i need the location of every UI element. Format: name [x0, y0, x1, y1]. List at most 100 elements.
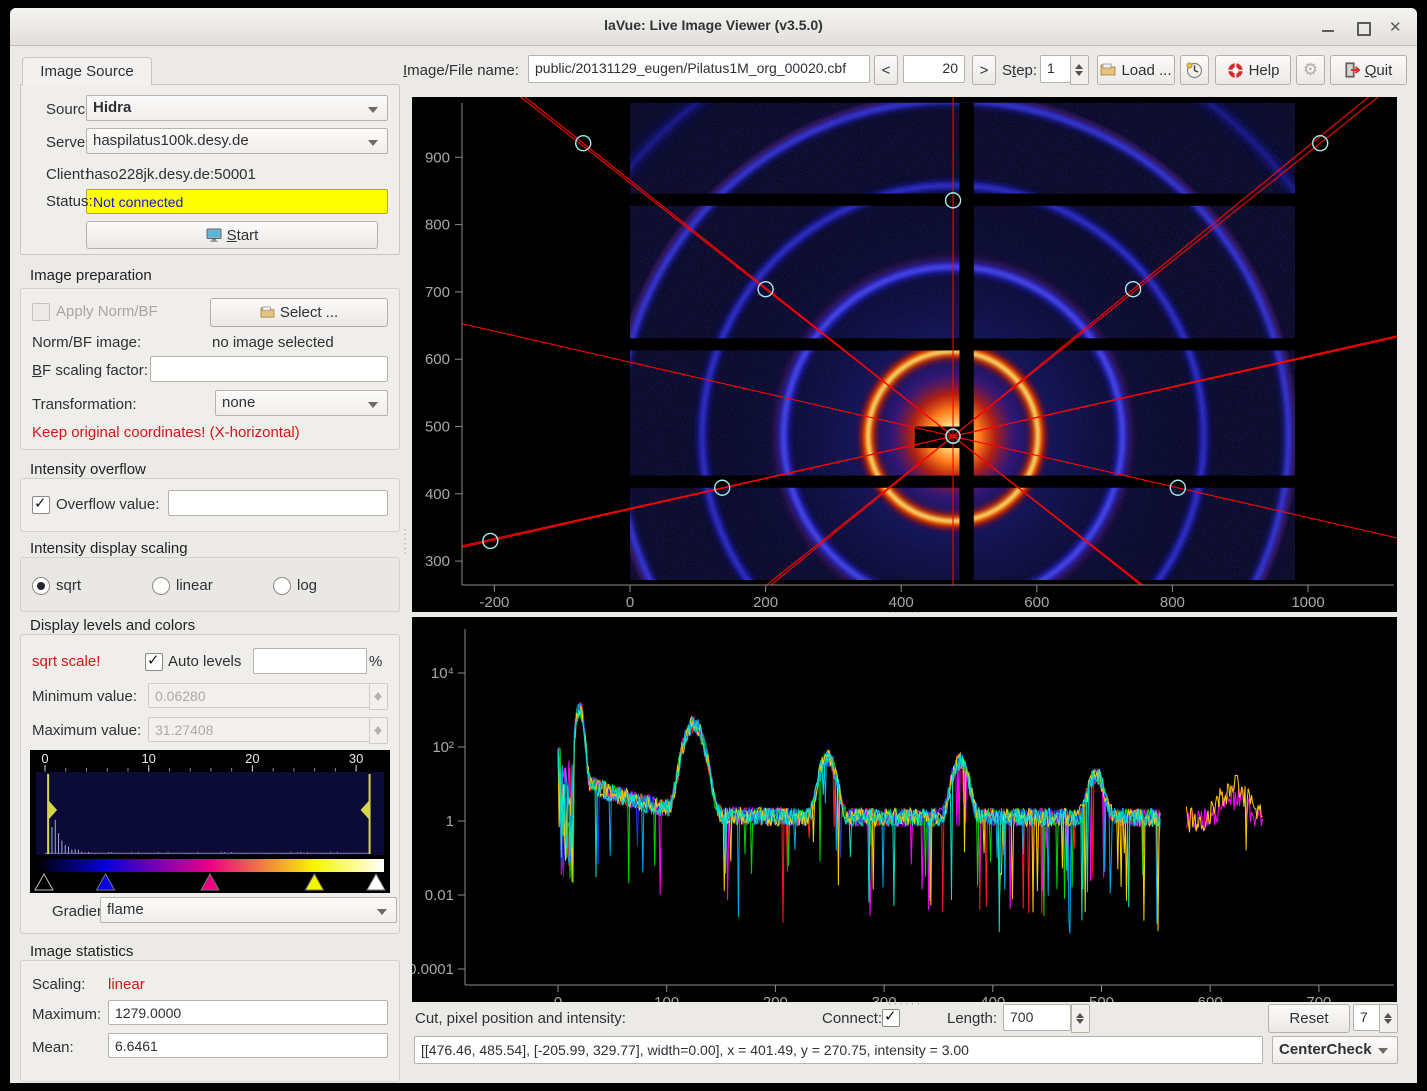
gradient-combo[interactable]: flame	[100, 897, 397, 923]
next-image-button[interactable]: >	[972, 55, 996, 85]
svg-text:0: 0	[626, 594, 634, 611]
svg-text:0: 0	[41, 751, 48, 766]
svg-text:1: 1	[446, 813, 454, 830]
svg-text:200: 200	[753, 594, 778, 611]
stat-mean-value: 6.6461	[108, 1033, 388, 1058]
radio-log-label: log	[297, 577, 317, 594]
coordinates-warning: Keep original coordinates! (X-horizontal…	[32, 424, 300, 441]
maximum-spinner[interactable]	[369, 717, 388, 744]
svg-text:300: 300	[425, 553, 450, 570]
level-histogram-widget[interactable]: 0102030	[30, 750, 390, 893]
levels-title: Display levels and colors	[30, 617, 195, 634]
svg-text:0.01: 0.01	[425, 887, 454, 904]
reset-button[interactable]: Reset	[1268, 1004, 1350, 1033]
intensity-overflow-title: Intensity overflow	[30, 461, 146, 478]
svg-text:1000: 1000	[1291, 594, 1324, 611]
prev-image-button[interactable]: <	[874, 55, 898, 85]
svg-text:500: 500	[425, 419, 450, 436]
select-norm-button[interactable]: Select ...	[210, 298, 388, 327]
transformation-label: Transformation:	[32, 396, 136, 413]
cut-intensity-plot[interactable]: 010020030040050060070010⁴10²10.010.0001	[412, 617, 1397, 1002]
cut-info-label: Cut, pixel position and intensity:	[415, 1010, 626, 1027]
svg-text:600: 600	[425, 351, 450, 368]
norm-image-value: no image selected	[212, 334, 334, 351]
svg-text:0: 0	[554, 994, 562, 1002]
stat-mean-label: Mean:	[32, 1039, 74, 1056]
svg-text:10²: 10²	[432, 739, 454, 756]
length-spinner[interactable]	[1071, 1004, 1090, 1033]
clock-icon	[1186, 62, 1203, 79]
svg-text:30: 30	[349, 751, 363, 766]
radio-sqrt[interactable]	[32, 577, 50, 595]
image-preparation-title: Image preparation	[30, 267, 152, 284]
overflow-checkbox[interactable]	[32, 496, 50, 514]
status-field: Not connected	[86, 189, 388, 214]
titlebar[interactable]: laVue: Live Image Viewer (v3.5.0)	[10, 8, 1417, 46]
maximum-input[interactable]: 31.27408	[148, 717, 382, 742]
lifebuoy-icon	[1227, 62, 1244, 79]
apply-norm-checkbox[interactable]	[32, 303, 50, 321]
radio-linear[interactable]	[152, 577, 170, 595]
start-button-label: Start	[227, 227, 259, 244]
norm-image-label: Norm/BF image:	[32, 334, 141, 351]
svg-text:700: 700	[1306, 994, 1331, 1002]
tab-image-source[interactable]: Image Source	[22, 57, 152, 86]
source-combo[interactable]: Hidra	[86, 95, 388, 121]
load-button[interactable]: Load ...	[1097, 55, 1175, 85]
connect-checkbox[interactable]	[882, 1009, 900, 1027]
radio-linear-label: linear	[176, 577, 213, 594]
svg-text:600: 600	[1198, 994, 1223, 1002]
length-input[interactable]: 700	[1003, 1004, 1071, 1031]
cut-count-spinner[interactable]	[1379, 1004, 1398, 1033]
svg-text:10⁴: 10⁴	[431, 665, 454, 682]
svg-text:0.0001: 0.0001	[412, 961, 454, 978]
step-spinner[interactable]	[1070, 55, 1089, 85]
detector-image-plot[interactable]: -200020040060080010003004005006007008009…	[412, 97, 1397, 612]
radio-sqrt-label: sqrt	[56, 577, 81, 594]
svg-text:400: 400	[980, 994, 1005, 1002]
stat-scaling-label: Scaling:	[32, 976, 85, 993]
settings-button[interactable]: ⚙	[1296, 55, 1325, 85]
apply-norm-label: Apply Norm/BF	[56, 303, 158, 320]
svg-text:400: 400	[889, 594, 914, 611]
bf-scaling-input[interactable]	[150, 356, 388, 382]
close-button[interactable]	[1385, 15, 1409, 39]
folder-icon	[1100, 63, 1116, 77]
length-label: Length:	[947, 1010, 997, 1027]
auto-levels-input[interactable]	[253, 648, 367, 674]
stat-maximum-value: 1279.0000	[108, 1000, 388, 1025]
exit-door-icon	[1345, 62, 1360, 78]
stat-maximum-label: Maximum:	[32, 1006, 101, 1023]
auto-levels-checkbox[interactable]	[145, 653, 163, 671]
statistics-title: Image statistics	[30, 943, 133, 960]
svg-text:100: 100	[654, 994, 679, 1002]
stat-scaling-value: linear	[108, 976, 145, 993]
help-button[interactable]: Help	[1215, 55, 1291, 85]
client-value: haso228jk.desy.de:50001	[86, 166, 256, 183]
svg-text:700: 700	[425, 284, 450, 301]
cut-series	[558, 702, 1262, 933]
transformation-combo[interactable]: none	[215, 390, 388, 416]
quit-button[interactable]: Quit	[1330, 55, 1407, 85]
start-button[interactable]: Start	[86, 221, 378, 249]
help-button-label: Help	[1249, 62, 1280, 79]
app-window: laVue: Live Image Viewer (v3.5.0) Image/…	[10, 8, 1417, 1083]
tool-mode-combo[interactable]: CenterCheck	[1272, 1036, 1398, 1064]
bf-scaling-label: BF scaling factor:	[32, 362, 148, 379]
image-index-input[interactable]: 20	[903, 55, 965, 83]
overflow-input[interactable]	[168, 490, 388, 516]
radio-log[interactable]	[273, 577, 291, 595]
file-name-input[interactable]: public/20131129_eugen/Pilatus1M_org_0002…	[528, 55, 870, 83]
percent-label: %	[369, 653, 382, 670]
folder-icon	[260, 306, 275, 319]
file-name-label: Image/File name:	[403, 62, 519, 79]
minimum-spinner[interactable]	[369, 683, 388, 710]
maximize-button[interactable]	[1351, 15, 1375, 39]
minimize-button[interactable]	[1317, 15, 1341, 39]
server-combo[interactable]: haspilatus100k.desy.de	[86, 128, 388, 154]
reload-timer-button[interactable]	[1180, 55, 1209, 85]
svg-text:800: 800	[425, 217, 450, 234]
minimum-input[interactable]: 0.06280	[148, 683, 382, 708]
gear-icon: ⚙	[1303, 60, 1318, 80]
vertical-splitter[interactable]: ······	[403, 528, 407, 556]
